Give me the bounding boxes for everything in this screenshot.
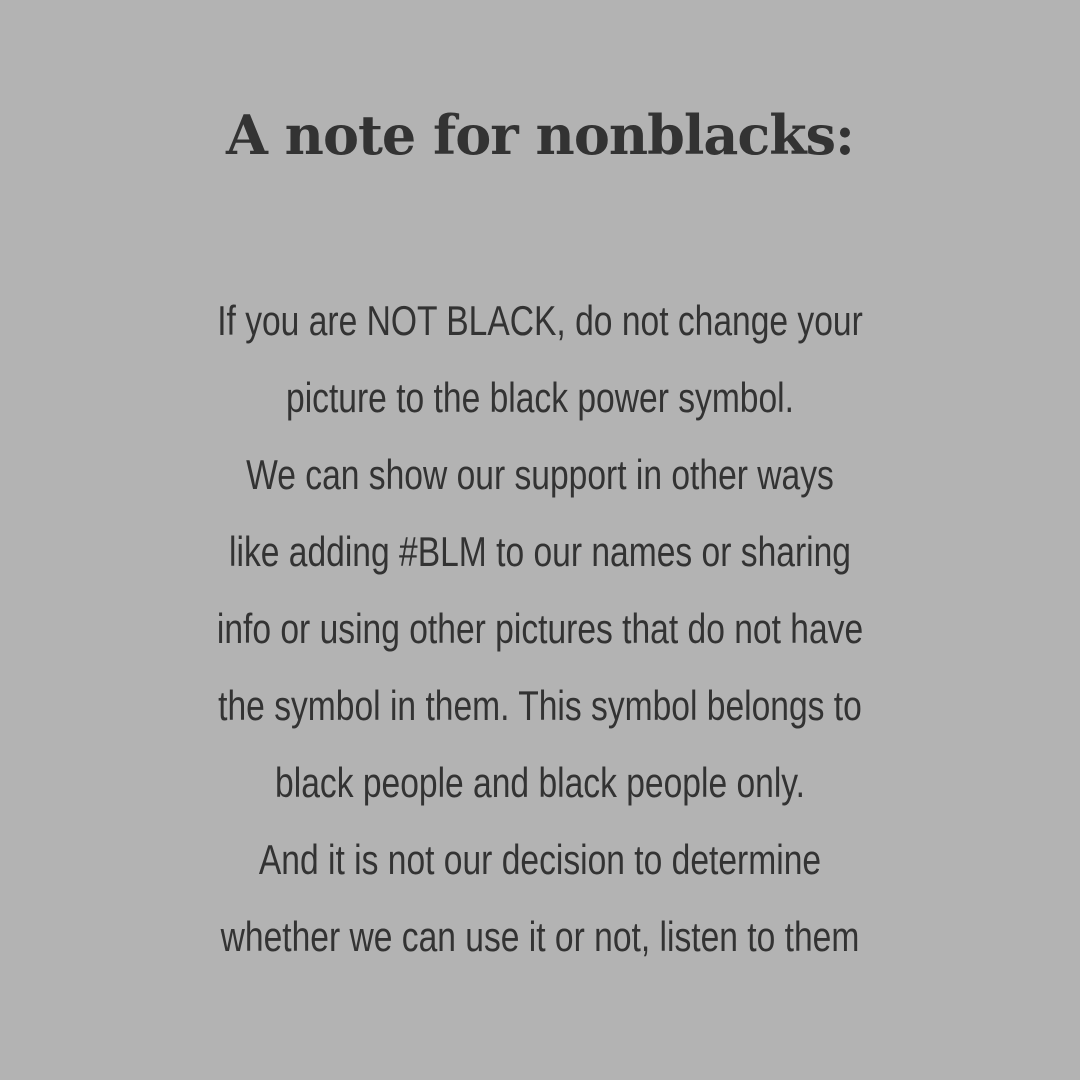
note-line: whether we can use it or not, listen to … (220, 913, 860, 960)
note-line: And it is not our decision to determine (258, 836, 822, 883)
note-line: like adding #BLM to our names or sharing (229, 528, 851, 575)
note-line: black people and black people only. (275, 759, 805, 806)
note-line: the symbol in them. This symbol belongs … (218, 682, 862, 729)
note-line: info or using other pictures that do not… (216, 605, 864, 652)
note-line: picture to the black power symbol. (286, 374, 794, 421)
page-title: A note for nonblacks: (225, 103, 855, 167)
note-line: If you are NOT BLACK, do not change your (217, 297, 863, 344)
note-line: We can show our support in other ways (246, 451, 834, 498)
note-card: A note for nonblacks: If you are NOT BLA… (0, 0, 1080, 1080)
note-body: If you are NOT BLACK, do not change your… (0, 282, 1080, 975)
